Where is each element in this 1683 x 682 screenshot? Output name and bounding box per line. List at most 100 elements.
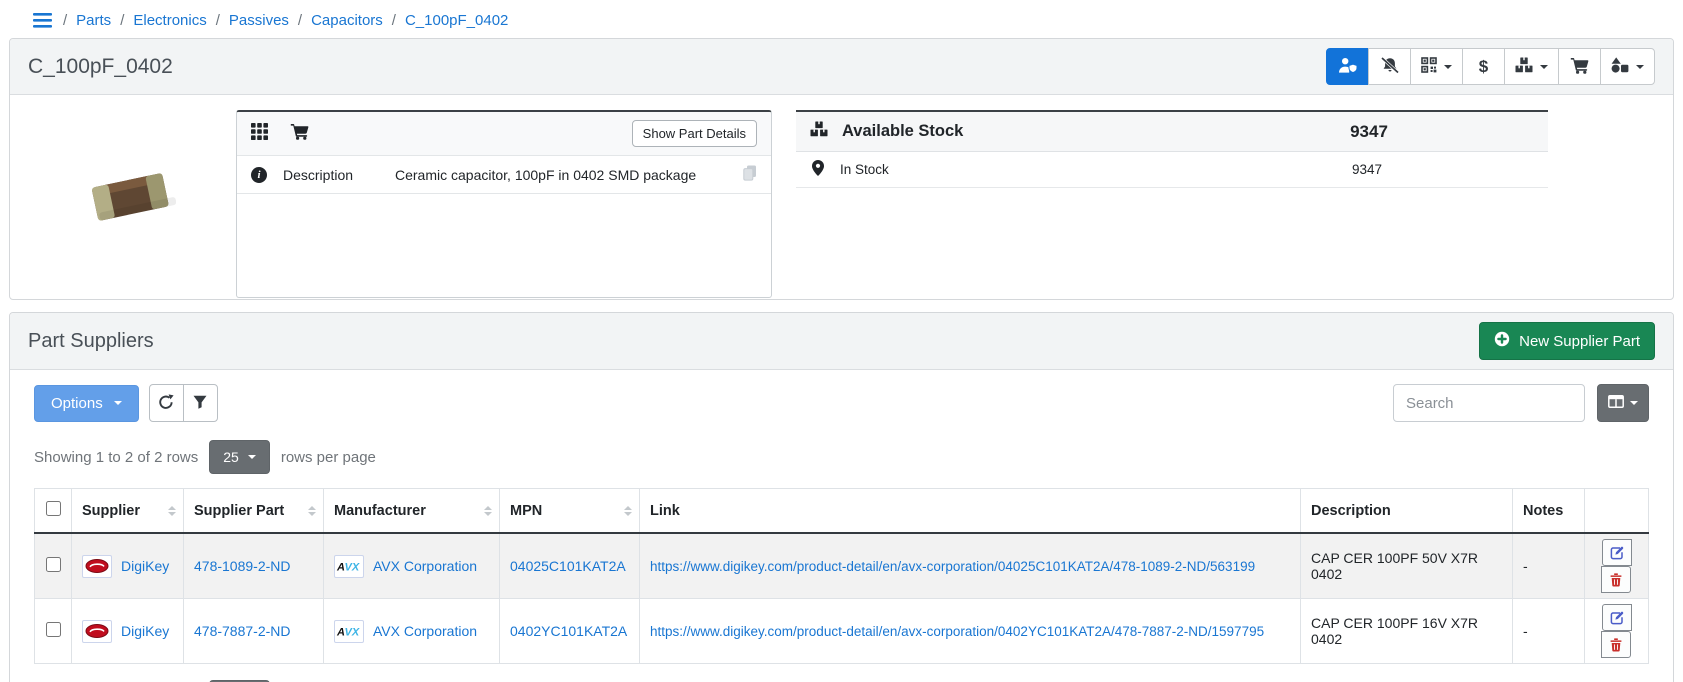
manufacturer-link[interactable]: AVX Corporation [373,558,477,574]
grid-icon [251,123,268,145]
digikey-logo [82,555,112,578]
column-header-manufacturer[interactable]: Manufacturer [324,489,500,534]
description-cell: CAP CER 100PF 50V X7R 0402 [1301,533,1513,599]
table-row: DigiKey 478-1089-2-ND AVX AVX Corporatio… [35,533,1649,599]
map-pin-icon [812,160,824,179]
column-header-mpn[interactable]: MPN [500,489,640,534]
stock-actions-button[interactable] [1504,48,1559,85]
sort-icon [168,502,176,520]
breadcrumb-link-current-part[interactable]: C_100pF_0402 [405,12,508,29]
link-cell: https://www.digikey.com/product-detail/e… [640,599,1301,664]
mpn-link[interactable]: 04025C101KAT2A [510,558,626,574]
page-size-value: 25 [223,449,239,465]
breadcrumb-link-electronics[interactable]: Electronics [133,12,206,29]
breadcrumb-link-parts[interactable]: Parts [76,12,111,29]
cart-icon [290,123,309,145]
part-actions-button[interactable] [1600,48,1655,85]
pagination-rows-per-page-text: rows per page [281,449,376,466]
available-stock-table: Available Stock 9347 In Stock 9347 [796,110,1548,188]
actions-cell [1585,533,1649,599]
column-header-supplier[interactable]: Supplier [72,489,184,534]
row-checkbox[interactable] [46,622,61,637]
part-thumbnail[interactable] [84,162,176,235]
bell-slash-icon [1380,57,1400,77]
qrcode-icon [1421,57,1437,76]
part-detail-body: Show Part Details i Description Ceramic … [10,95,1673,299]
supplier-link[interactable]: DigiKey [121,623,169,639]
part-suppliers-title: Part Suppliers [28,330,154,353]
chevron-down-icon [114,401,122,409]
column-header-notes: Notes [1513,489,1585,534]
boxes-icon [810,121,828,142]
sort-icon [624,502,632,520]
breadcrumb-separator: / [120,12,124,29]
supplier-part-link[interactable]: 478-7887-2-ND [194,623,291,639]
select-all-checkbox[interactable] [46,501,61,516]
part-actions-toolbar: $ [1326,48,1655,85]
filter-icon [193,395,207,412]
chevron-down-icon [1540,65,1548,73]
chevron-down-icon [1636,65,1644,73]
breadcrumb-link-capacitors[interactable]: Capacitors [311,12,383,29]
menu-icon[interactable] [31,11,54,30]
column-header-actions [1585,489,1649,534]
actions-cell [1585,599,1649,664]
page-size-button[interactable]: 25 [209,440,270,474]
breadcrumb-separator: / [216,12,220,29]
subscribe-button[interactable] [1326,48,1369,85]
notes-cell: - [1513,599,1585,664]
copy-icon[interactable] [743,165,757,184]
avx-logo: AVX [334,555,364,578]
external-url-link[interactable]: https://www.digikey.com/product-detail/e… [650,559,1255,574]
description-cell: CAP CER 100PF 16V X7R 0402 [1301,599,1513,664]
edit-button[interactable] [1602,604,1632,631]
options-button[interactable]: Options [34,385,139,422]
manufacturer-cell: AVX AVX Corporation [324,533,500,599]
notifications-off-button[interactable] [1368,48,1411,85]
column-header-link: Link [640,489,1301,534]
breadcrumb-separator: / [392,12,396,29]
user-shield-icon [1338,57,1358,77]
table-search-tools [1393,384,1649,422]
order-part-button[interactable] [1558,48,1601,85]
column-header-supplier-part[interactable]: Supplier Part [184,489,324,534]
supplier-link[interactable]: DigiKey [121,558,169,574]
columns-button[interactable] [1597,384,1649,422]
chevron-down-icon [248,455,256,463]
breadcrumb-link-passives[interactable]: Passives [229,12,289,29]
chevron-down-icon [1630,401,1638,409]
row-select-cell [35,599,72,664]
sort-icon [484,502,492,520]
part-image-cell [24,110,236,235]
supplier-part-link[interactable]: 478-1089-2-ND [194,558,291,574]
boxes-icon [1515,57,1533,76]
pagination-top: Showing 1 to 2 of 2 rows 25 rows per pag… [34,440,1649,474]
row-checkbox[interactable] [46,557,61,572]
cart-icon [1570,57,1589,77]
filter-button[interactable] [183,384,218,422]
show-part-details-button[interactable]: Show Part Details [632,120,757,147]
delete-button[interactable] [1601,631,1631,658]
delete-button[interactable] [1601,566,1631,593]
external-url-link[interactable]: https://www.digikey.com/product-detail/e… [650,624,1264,639]
refresh-button[interactable] [149,384,184,422]
svg-text:VX: VX [345,627,360,639]
in-stock-value: 9347 [1202,162,1532,177]
mpn-link[interactable]: 0402YC101KAT2A [510,623,627,639]
edit-button[interactable] [1602,539,1632,566]
mpn-cell: 0402YC101KAT2A [500,599,640,664]
refresh-icon [158,394,174,413]
manufacturer-link[interactable]: AVX Corporation [373,623,477,639]
pricing-button[interactable]: $ [1462,48,1505,85]
avx-logo: AVX [334,620,364,643]
new-supplier-part-button[interactable]: New Supplier Part [1479,322,1655,360]
page: / Parts / Electronics / Passives / Capac… [0,0,1683,682]
search-input[interactable] [1393,384,1585,422]
barcode-actions-button[interactable] [1410,48,1463,85]
part-detail-panel: C_100pF_0402 [9,38,1674,300]
mpn-cell: 04025C101KAT2A [500,533,640,599]
svg-text:VX: VX [345,562,360,574]
part-suppliers-panel: Part Suppliers New Supplier Part Options [9,312,1674,682]
plus-circle-icon [1494,331,1510,351]
supplier-part-cell: 478-7887-2-ND [184,599,324,664]
